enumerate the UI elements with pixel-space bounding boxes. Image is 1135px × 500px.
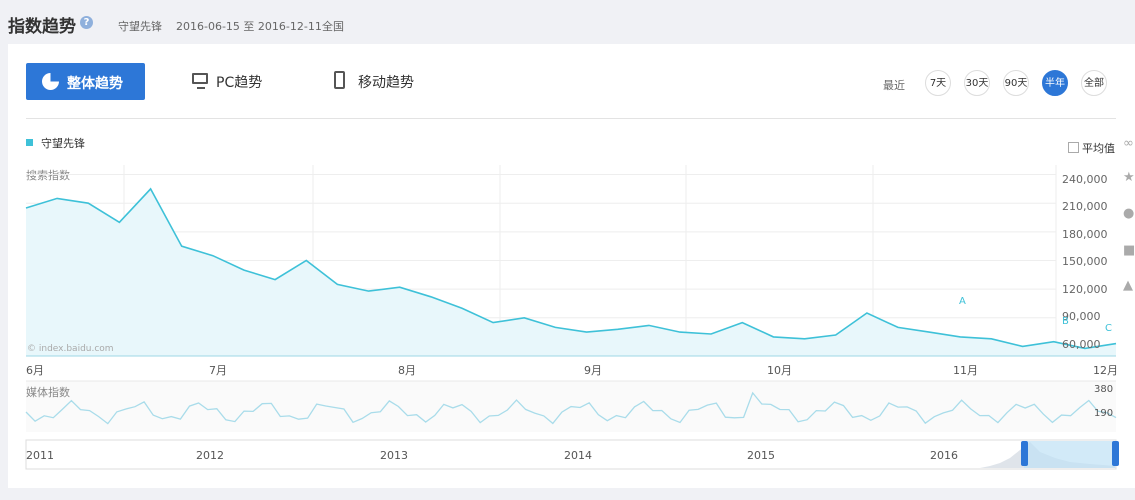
event-marker-a[interactable]: A — [959, 296, 966, 307]
navigator-year: 2012 — [196, 449, 224, 462]
star-icon[interactable]: ★ — [1123, 170, 1135, 186]
share-icon[interactable]: ∞ — [1123, 136, 1135, 152]
event-marker-c[interactable]: C — [1105, 323, 1112, 334]
help-side-icon[interactable]: ● — [1123, 206, 1135, 222]
navigator-year: 2011 — [26, 449, 54, 462]
y-tick: 240,000 — [1062, 173, 1108, 186]
y-tick: 60,000 — [1062, 338, 1101, 351]
main-chart-svg[interactable] — [0, 0, 1135, 500]
y-tick: 180,000 — [1062, 228, 1108, 241]
navigator-year: 2014 — [564, 449, 592, 462]
media-y-tick: 380 — [1094, 384, 1114, 395]
navigator-year: 2016 — [930, 449, 958, 462]
x-tick: 9月 — [584, 364, 602, 377]
x-tick: 12月 — [1093, 364, 1118, 377]
message-icon[interactable]: ■ — [1123, 243, 1135, 259]
x-tick: 11月 — [953, 364, 978, 377]
navigator-left-handle[interactable] — [1021, 441, 1028, 466]
series-area — [26, 188, 1116, 356]
navigator-year: 2015 — [747, 449, 775, 462]
media-y-tick: 190 — [1094, 408, 1114, 419]
navigator-year: 2013 — [380, 449, 408, 462]
x-tick: 10月 — [767, 364, 792, 377]
x-tick: 8月 — [398, 364, 416, 377]
event-marker-b[interactable]: B — [1062, 316, 1069, 327]
pin-icon[interactable]: ▲ — [1123, 278, 1135, 294]
media-index-label: 媒体指数 — [26, 386, 70, 399]
y-tick: 210,000 — [1062, 200, 1108, 213]
x-tick: 6月 — [26, 364, 44, 377]
navigator-selection[interactable] — [1024, 441, 1115, 468]
y-tick: 120,000 — [1062, 283, 1108, 296]
navigator-right-handle[interactable] — [1112, 441, 1119, 466]
x-tick: 7月 — [209, 364, 227, 377]
y-tick: 150,000 — [1062, 255, 1108, 268]
watermark: © index.baidu.com — [27, 344, 114, 354]
